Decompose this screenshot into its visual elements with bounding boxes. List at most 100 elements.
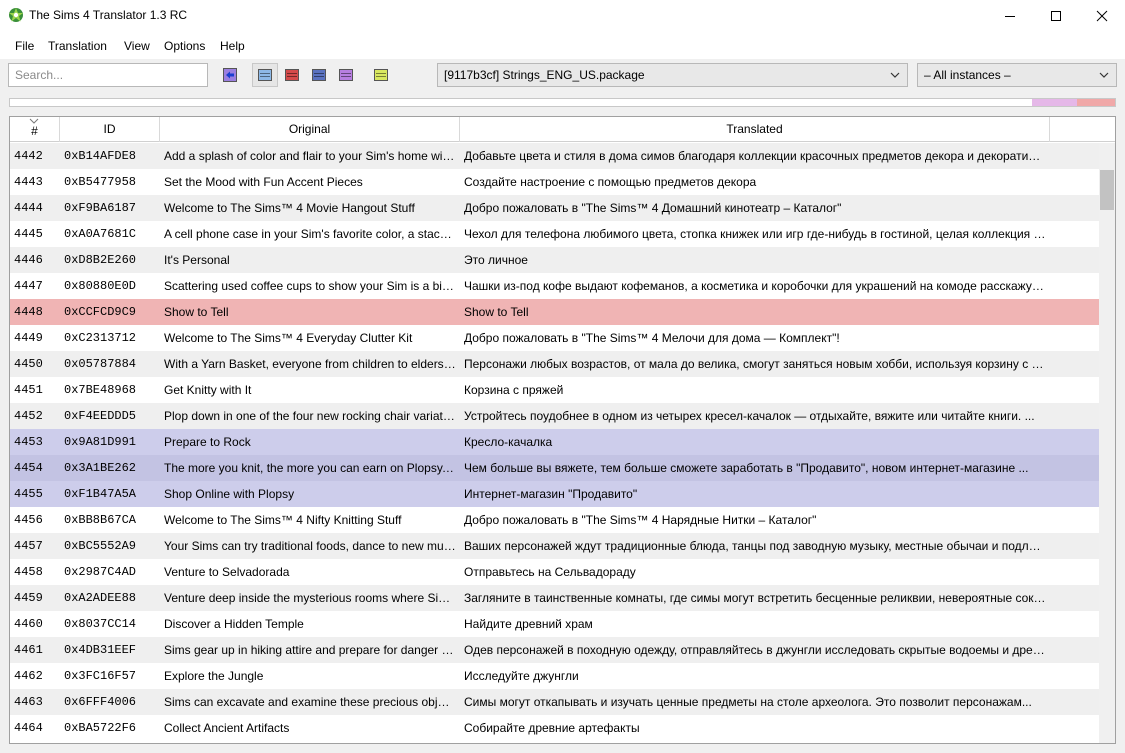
rows-purple-icon — [339, 69, 353, 81]
table-row[interactable]: 4447 0x80880E0D Scattering used coffee cup… — [10, 273, 1099, 299]
rows-blue-icon — [258, 69, 272, 81]
strings-table: # ID Original Translated 4442 0xB14AFDE8 A… — [9, 116, 1116, 744]
row-id: 0xBB8B67CA — [64, 513, 137, 527]
filter-navy-button[interactable] — [306, 63, 332, 87]
row-id: 0xF9BA6187 — [64, 201, 137, 215]
filter-red-button[interactable] — [279, 63, 305, 87]
row-translated: Ваших персонажей ждут традиционные блюда… — [464, 539, 1046, 553]
row-translated: Чехол для телефона любимого цвета, стопк… — [464, 227, 1046, 241]
row-id: 0xB14AFDE8 — [64, 149, 137, 163]
table-row[interactable]: 4450 0x05787884 With a Yarn Basket, everyo… — [10, 351, 1099, 377]
menu-options[interactable]: Options — [164, 39, 205, 53]
column-header-translated[interactable]: Translated — [460, 117, 1050, 142]
chevron-down-icon — [1099, 72, 1109, 78]
menu-bar: File Translation View Options Help — [0, 31, 1125, 59]
row-number: 4445 — [14, 227, 43, 241]
table-row[interactable]: 4445 0xA0A7681C A cell phone case in your … — [10, 221, 1099, 247]
filter-back-button[interactable] — [217, 63, 243, 87]
column-header-id[interactable]: ID — [60, 117, 160, 142]
menu-view[interactable]: View — [124, 39, 150, 53]
row-number: 4452 — [14, 409, 43, 423]
row-original: Welcome to The Sims™ 4 Everyday Clutter … — [164, 331, 413, 345]
title-bar: The Sims 4 Translator 1.3 RC — [0, 0, 1125, 31]
package-select[interactable]: [9117b3cf] Strings_ENG_US.package — [437, 63, 908, 87]
row-original: Shop Online with Plopsy — [164, 487, 295, 501]
row-number: 4444 — [14, 201, 43, 215]
row-original: Scattering used coffee cups to show your… — [164, 279, 456, 293]
table-row[interactable]: 4462 0x3FC16F57 Explore the Jungle Исследуй… — [10, 663, 1099, 689]
column-header-number[interactable]: # — [10, 117, 60, 142]
row-id: 0xBC5552A9 — [64, 539, 137, 553]
row-number: 4455 — [14, 487, 43, 501]
row-number: 4462 — [14, 669, 43, 683]
filter-all-button[interactable] — [252, 63, 278, 87]
filter-green-button[interactable] — [368, 63, 394, 87]
row-number: 4463 — [14, 695, 43, 709]
table-row[interactable]: 4442 0xB14AFDE8 Add a splash of color and … — [10, 143, 1099, 169]
row-original: Explore the Jungle — [164, 669, 264, 683]
table-row[interactable]: 4464 0xBA5722F6 Collect Ancient Artifacts С… — [10, 715, 1099, 741]
row-id: 0x4DB31EEF — [64, 643, 137, 657]
row-original: Prepare to Rock — [164, 435, 251, 449]
row-id: 0xB5477958 — [64, 175, 137, 189]
close-icon — [1096, 10, 1108, 21]
menu-translation[interactable]: Translation — [48, 39, 107, 53]
table-row[interactable]: 4454 0x3A1BE262 The more you knit, the mor… — [10, 455, 1099, 481]
filter-purple-button[interactable] — [333, 63, 359, 87]
table-row[interactable]: 4463 0x6FFF4006 Sims can excavate and exam… — [10, 689, 1099, 715]
table-row[interactable]: 4459 0xA2ADEE88 Venture deep inside the my… — [10, 585, 1099, 611]
minimize-button[interactable] — [987, 0, 1033, 31]
row-original: Collect Ancient Artifacts — [164, 721, 290, 735]
row-translated: Это личное — [464, 253, 528, 267]
row-original: Show to Tell — [164, 305, 229, 319]
close-button[interactable] — [1079, 0, 1125, 31]
row-id: 0xC2313712 — [64, 331, 137, 345]
table-row[interactable]: 4449 0xC2313712 Welcome to The Sims™ 4 Eve… — [10, 325, 1099, 351]
instances-select[interactable]: – All instances – — [917, 63, 1117, 87]
row-original: Welcome to The Sims™ 4 Nifty Knitting St… — [164, 513, 402, 527]
row-id: 0xD8B2E260 — [64, 253, 137, 267]
table-row[interactable]: 4458 0x2987C4AD Venture to Selvadorada Отпр… — [10, 559, 1099, 585]
menu-help[interactable]: Help — [220, 39, 245, 53]
row-original: Venture deep inside the mysterious rooms… — [164, 591, 456, 605]
rows-red-icon — [285, 69, 299, 81]
rows-green-icon — [374, 69, 388, 81]
row-id: 0xF1B47A5A — [64, 487, 137, 501]
row-original: Sims gear up in hiking attire and prepar… — [164, 643, 456, 657]
row-id: 0xCCFCD9C9 — [64, 305, 137, 319]
menu-file[interactable]: File — [15, 39, 34, 53]
instances-select-value: – All instances – — [924, 68, 1011, 82]
table-row[interactable]: 4460 0x8037CC14 Discover a Hidden Temple На… — [10, 611, 1099, 637]
table-row[interactable]: 4453 0x9A81D991 Prepare to Rock Кресло-кача… — [10, 429, 1099, 455]
app-logo-icon — [9, 8, 23, 22]
table-row[interactable]: 4455 0xF1B47A5A Shop Online with Plopsy Инт… — [10, 481, 1099, 507]
table-row[interactable]: 4451 0x7BE48968 Get Knitty with It Корзина … — [10, 377, 1099, 403]
table-row[interactable]: 4461 0x4DB31EEF Sims gear up in hiking att… — [10, 637, 1099, 663]
table-row[interactable]: 4443 0xB5477958 Set the Mood with Fun Acce… — [10, 169, 1099, 195]
table-row[interactable]: 4457 0xBC5552A9 Your Sims can try traditio… — [10, 533, 1099, 559]
table-header: # ID Original Translated — [10, 117, 1115, 142]
row-number: 4443 — [14, 175, 43, 189]
row-number: 4459 — [14, 591, 43, 605]
row-original: A cell phone case in your Sim's favorite… — [164, 227, 456, 241]
table-row[interactable]: 4448 0xCCFCD9C9 Show to Tell Show to Tell — [10, 299, 1099, 325]
package-select-value: [9117b3cf] Strings_ENG_US.package — [444, 68, 645, 82]
vertical-scrollbar[interactable] — [1099, 143, 1115, 743]
row-number: 4447 — [14, 279, 43, 293]
row-id: 0xF4EEDDD5 — [64, 409, 137, 423]
column-header-original[interactable]: Original — [160, 117, 460, 142]
row-translated: Отправьтесь на Сельвадораду — [464, 565, 636, 579]
row-translated: Собирайте древние артефакты — [464, 721, 640, 735]
row-original: It's Personal — [164, 253, 230, 267]
search-input[interactable] — [8, 63, 208, 87]
row-number: 4457 — [14, 539, 43, 553]
maximize-button[interactable] — [1033, 0, 1079, 31]
table-row[interactable]: 4456 0xBB8B67CA Welcome to The Sims™ 4 Nif… — [10, 507, 1099, 533]
scrollbar-thumb[interactable] — [1100, 170, 1114, 210]
row-translated: Исследуйте джунгли — [464, 669, 579, 683]
row-id: 0x3FC16F57 — [64, 669, 137, 683]
table-row[interactable]: 4444 0xF9BA6187 Welcome to The Sims™ 4 Mov… — [10, 195, 1099, 221]
table-row[interactable]: 4452 0xF4EEDDD5 Plop down in one of the fo… — [10, 403, 1099, 429]
table-row[interactable]: 4446 0xD8B2E260 It's Personal Это личное — [10, 247, 1099, 273]
row-translated: Корзина с пряжей — [464, 383, 564, 397]
